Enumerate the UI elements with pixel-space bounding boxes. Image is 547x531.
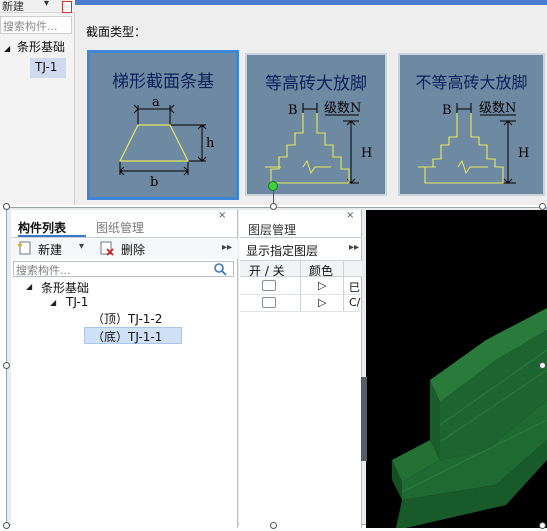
grid-row-line	[240, 311, 362, 312]
grid-divider	[343, 260, 344, 311]
dim-b-label: b	[150, 175, 158, 190]
tree-expand-icon[interactable]: ◢	[4, 44, 10, 53]
tree-item-root[interactable]: 条形基础	[41, 279, 89, 296]
more-icon[interactable]: ▸▸	[349, 242, 359, 253]
trapezoid-diagram: a h b	[119, 95, 215, 190]
dim-B-label: B	[442, 103, 452, 118]
footing-3d-model	[392, 308, 547, 528]
background-tree-root[interactable]: ◢ 条形基础	[4, 38, 65, 55]
layer-title-divider	[240, 237, 362, 238]
new-document-icon[interactable]	[17, 241, 33, 255]
background-search-input[interactable]: 搜索构件...	[0, 16, 72, 34]
section-type-label: 截面类型：	[86, 25, 147, 39]
delete-icon[interactable]	[99, 241, 115, 256]
3d-viewport[interactable]	[366, 210, 547, 528]
unequal-brick-diagram: B 级数N H	[418, 101, 529, 184]
background-toolbar: 新建 ▾	[0, 0, 75, 13]
section-card-equal-brick[interactable]: 等高砖大放脚 B 级数N H	[245, 53, 387, 196]
layer-toggle-checkbox[interactable]	[262, 280, 276, 291]
doc-icon	[62, 1, 72, 13]
dim-a-label: a	[152, 95, 160, 110]
grid-row-line	[240, 294, 362, 295]
dim-H-label: H	[361, 146, 372, 161]
background-tree-child[interactable]: TJ-1	[30, 58, 66, 78]
tree-collapse-icon[interactable]: ◢	[50, 298, 56, 307]
panel-title-bar	[75, 0, 547, 5]
dim-N-label: 级数N	[479, 101, 516, 116]
column-header-on-off: 开 / 关	[249, 264, 285, 278]
close-icon[interactable]: ×	[346, 210, 354, 221]
tree-collapse-icon[interactable]: ◢	[26, 282, 32, 291]
dim-H-label: H	[518, 146, 529, 161]
search-icon[interactable]	[213, 262, 227, 276]
resize-handle[interactable]	[3, 203, 10, 210]
chevron-down-icon[interactable]: ▾	[79, 241, 84, 252]
layer-name: 巳	[349, 281, 360, 294]
chevron-down-icon[interactable]: ▾	[44, 0, 49, 9]
rotate-handle[interactable]	[268, 181, 278, 191]
tree-item-tj1[interactable]: TJ-1	[66, 295, 88, 309]
tab-drawing-management[interactable]: 图纸管理	[96, 219, 144, 236]
resize-handle[interactable]	[539, 203, 546, 210]
tree-item-bottom[interactable]: （底）TJ-1-1	[92, 328, 162, 345]
equal-brick-diagram: B 级数N H	[265, 101, 372, 184]
tab-divider	[11, 237, 238, 238]
show-specified-layers-button[interactable]: 显示指定图层	[246, 242, 318, 259]
splitter-handle[interactable]	[361, 377, 367, 461]
resize-handle[interactable]	[539, 362, 546, 369]
section-card-unequal-brick[interactable]: 不等高砖大放脚 B 级数N H	[398, 53, 545, 196]
dim-N-label: 级数N	[324, 101, 361, 116]
resize-handle[interactable]	[3, 522, 10, 529]
layer-name: C/	[349, 296, 361, 309]
resize-handle[interactable]	[3, 362, 10, 369]
new-button[interactable]: 新建	[38, 241, 62, 258]
tab-component-list[interactable]: 构件列表	[18, 219, 86, 237]
layer-panel-title: 图层管理	[248, 223, 297, 237]
close-icon[interactable]: ×	[218, 210, 226, 221]
grid-divider	[300, 260, 301, 311]
dim-B-label: B	[288, 103, 298, 118]
section-card-trapezoid[interactable]: 梯形截面条基 a h b	[87, 50, 239, 200]
search-placeholder: 搜索构件...	[16, 264, 71, 277]
delete-button[interactable]: 删除	[121, 241, 145, 258]
dim-h-label: h	[206, 136, 215, 151]
layer-color-expand-icon[interactable]: ▷	[318, 279, 326, 292]
more-icon[interactable]: ▸▸	[222, 242, 232, 253]
resize-handle[interactable]	[539, 522, 546, 529]
column-header-color: 颜色	[309, 264, 334, 278]
layer-color-expand-icon[interactable]: ▷	[318, 296, 326, 309]
layer-toggle-checkbox[interactable]	[262, 297, 276, 308]
resize-handle[interactable]	[270, 203, 277, 210]
background-new-button[interactable]: 新建	[2, 0, 24, 14]
resize-handle[interactable]	[270, 522, 277, 529]
tree-item-top[interactable]: （顶）TJ-1-2	[92, 310, 162, 327]
